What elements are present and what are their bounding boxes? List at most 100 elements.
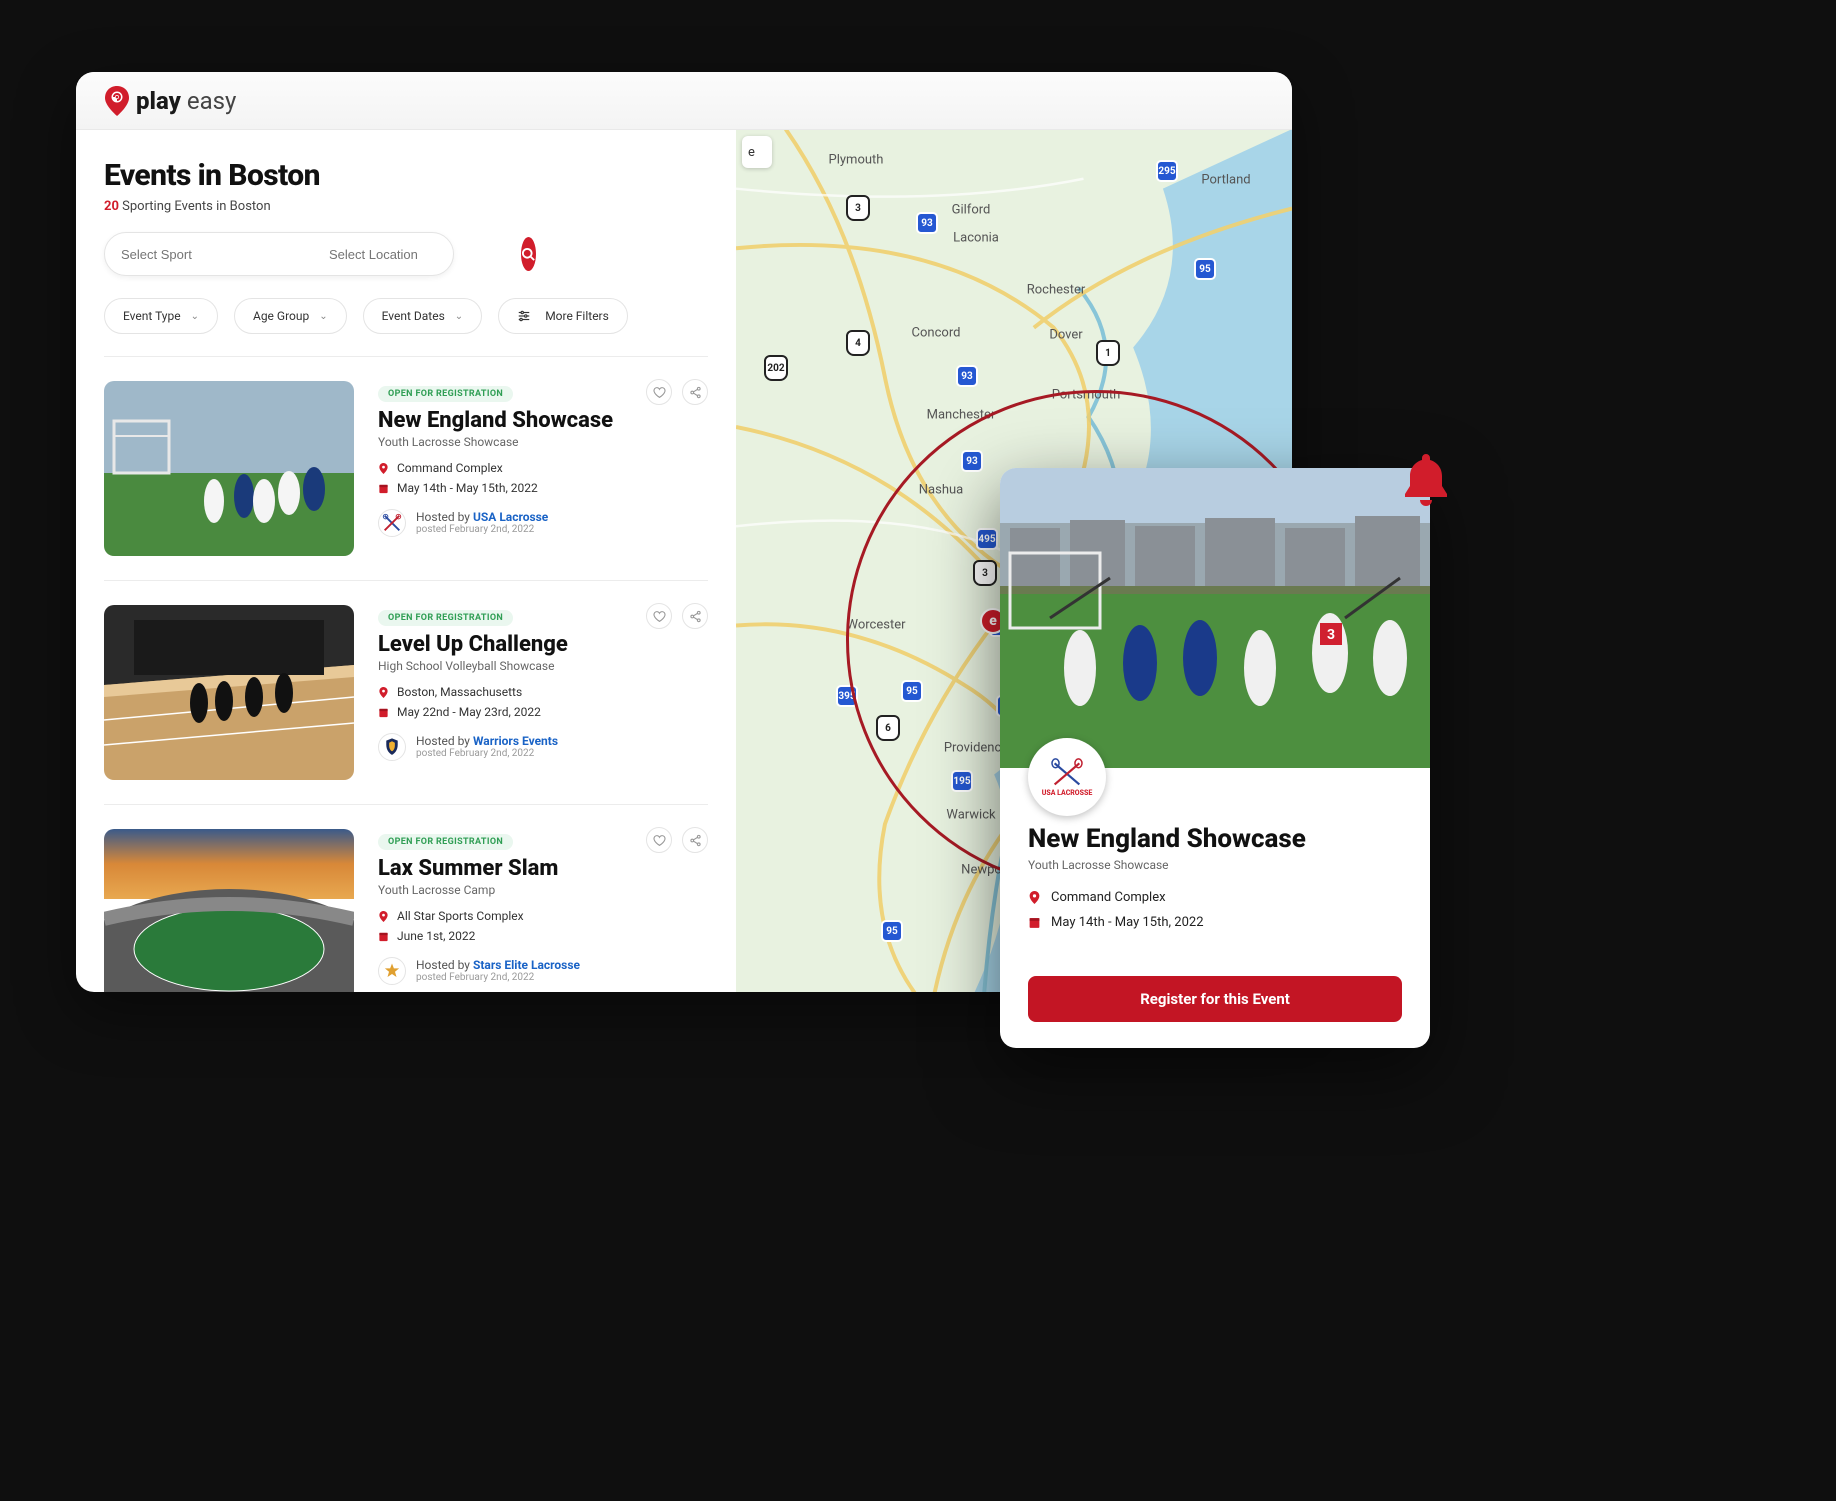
share-button[interactable]: [682, 603, 708, 629]
page-title: Events in Boston: [104, 158, 708, 193]
highway-shield: 1: [1096, 340, 1120, 366]
event-subtitle: Youth Lacrosse Showcase: [378, 435, 708, 449]
event-dates: May 14th - May 15th, 2022: [397, 481, 538, 495]
share-icon: [689, 610, 702, 623]
register-label: Register for this Event: [1140, 990, 1290, 1008]
host-prefix: Hosted by: [416, 958, 473, 972]
share-icon: [689, 834, 702, 847]
register-button[interactable]: Register for this Event: [1028, 976, 1402, 1022]
calendar-icon: [378, 483, 389, 494]
highway-shield: 95: [881, 920, 903, 942]
brand-text-bold: play: [136, 87, 181, 115]
filter-label: Event Dates: [382, 309, 445, 323]
event-title: New England Showcase: [378, 408, 708, 433]
highway-shield: 202: [764, 355, 788, 381]
registration-badge: OPEN FOR REGISTRATION: [378, 610, 513, 626]
highway-shield: 95: [1194, 258, 1216, 280]
brand-logo[interactable]: playeasy: [104, 86, 236, 116]
map-place-label: Rochester: [1027, 283, 1086, 298]
highway-shield: 3: [846, 195, 870, 221]
highway-shield: 93: [916, 212, 938, 234]
event-dates: May 22nd - May 23rd, 2022: [397, 705, 541, 719]
detail-venue-row: Command Complex: [1028, 890, 1402, 905]
card-actions: [646, 603, 708, 629]
event-card[interactable]: OPEN FOR REGISTRATION Lax Summer Slam Yo…: [104, 805, 708, 992]
filter-event-type[interactable]: Event Type ⌄: [104, 298, 218, 334]
event-card[interactable]: OPEN FOR REGISTRATION Level Up Challenge…: [104, 581, 708, 805]
map-place-label: Gilford: [952, 203, 991, 218]
subtitle-text: Sporting Events in Boston: [119, 199, 271, 214]
highway-shield: 93: [956, 365, 978, 387]
event-thumbnail: [104, 829, 354, 992]
favorite-button[interactable]: [646, 379, 672, 405]
org-logo: USA LACROSSE: [1028, 738, 1106, 816]
event-info: OPEN FOR REGISTRATION Lax Summer Slam Yo…: [378, 829, 708, 992]
host-prefix: Hosted by: [416, 734, 473, 748]
chevron-down-icon: ⌄: [191, 311, 199, 322]
event-subtitle: High School Volleyball Showcase: [378, 659, 708, 673]
host-name[interactable]: Warriors Events: [473, 734, 558, 748]
detail-subtitle: Youth Lacrosse Showcase: [1028, 858, 1402, 872]
filter-age-group[interactable]: Age Group ⌄: [234, 298, 347, 334]
chevron-down-icon: ⌄: [455, 311, 463, 322]
event-venue: Command Complex: [397, 461, 503, 475]
map-place-label: Portland: [1201, 173, 1250, 188]
host-posted: posted February 2nd, 2022: [416, 972, 580, 984]
event-dates-row: June 1st, 2022: [378, 929, 708, 943]
events-list: OPEN FOR REGISTRATION New England Showca…: [104, 357, 708, 992]
event-host: Hosted by Warriors Events posted Februar…: [378, 733, 708, 761]
host-name[interactable]: Stars Elite Lacrosse: [473, 958, 580, 972]
map-place-label: Dover: [1049, 328, 1082, 343]
event-card[interactable]: OPEN FOR REGISTRATION New England Showca…: [104, 357, 708, 581]
page-subtitle: 20 Sporting Events in Boston: [104, 199, 708, 214]
share-button[interactable]: [682, 379, 708, 405]
logo-icon: [104, 86, 130, 116]
event-venue-row: Boston, Massachusetts: [378, 685, 708, 699]
event-detail-card: 3 USA LACROSSE New England Showcase Yout…: [1000, 468, 1430, 1048]
search-button[interactable]: [521, 237, 536, 271]
card-actions: [646, 827, 708, 853]
calendar-icon: [378, 707, 389, 718]
listing-panel: Events in Boston 20 Sporting Events in B…: [76, 130, 736, 992]
event-dates-row: May 14th - May 15th, 2022: [378, 481, 708, 495]
host-posted: posted February 2nd, 2022: [416, 748, 558, 760]
favorite-button[interactable]: [646, 827, 672, 853]
event-host: Hosted by Stars Elite Lacrosse posted Fe…: [378, 957, 708, 985]
host-avatar: [378, 509, 406, 537]
favorite-button[interactable]: [646, 603, 672, 629]
share-button[interactable]: [682, 827, 708, 853]
org-name: USA LACROSSE: [1042, 790, 1093, 797]
host-avatar: [378, 733, 406, 761]
host-text: Hosted by USA Lacrosse posted February 2…: [416, 510, 548, 536]
event-dates-row: May 22nd - May 23rd, 2022: [378, 705, 708, 719]
heart-icon: [653, 610, 666, 623]
map-place-label: Plymouth: [829, 153, 884, 168]
select-sport-input[interactable]: [105, 247, 313, 262]
event-title: Level Up Challenge: [378, 632, 708, 657]
notification-bell-icon[interactable]: [1400, 450, 1452, 510]
select-location-input[interactable]: [313, 247, 521, 262]
host-text: Hosted by Warriors Events posted Februar…: [416, 734, 558, 760]
filter-event-dates[interactable]: Event Dates ⌄: [363, 298, 483, 334]
event-host: Hosted by USA Lacrosse posted February 2…: [378, 509, 708, 537]
share-icon: [689, 386, 702, 399]
detail-dates-row: May 14th - May 15th, 2022: [1028, 915, 1402, 930]
host-avatar: [378, 957, 406, 985]
filter-more[interactable]: More Filters: [498, 298, 628, 334]
detail-title: New England Showcase: [1028, 824, 1402, 854]
search-bar: [104, 232, 454, 276]
filters-row: Event Type ⌄ Age Group ⌄ Event Dates ⌄ M…: [104, 298, 708, 334]
location-pin-icon: [378, 686, 389, 699]
map-zoom-tag[interactable]: e: [742, 136, 772, 168]
filter-label: Age Group: [253, 309, 309, 323]
detail-dates: May 14th - May 15th, 2022: [1051, 915, 1204, 930]
calendar-icon: [378, 931, 389, 942]
detail-venue: Command Complex: [1051, 890, 1166, 905]
host-posted: posted February 2nd, 2022: [416, 524, 548, 536]
search-icon: [521, 247, 536, 262]
host-text: Hosted by Stars Elite Lacrosse posted Fe…: [416, 958, 580, 984]
topbar: playeasy: [76, 72, 1292, 130]
event-title: Lax Summer Slam: [378, 856, 708, 881]
host-name[interactable]: USA Lacrosse: [473, 510, 548, 524]
filter-label: Event Type: [123, 309, 181, 323]
